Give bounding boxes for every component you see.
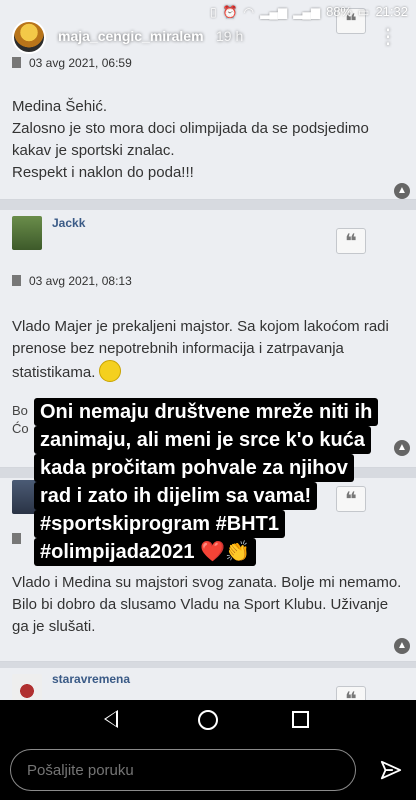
- post-line: Vlado Majer je prekaljeni majstor. Sa ko…: [12, 318, 389, 335]
- story-time: 19 h: [216, 28, 244, 44]
- avatar[interactable]: [12, 20, 46, 54]
- document-icon: [12, 275, 21, 286]
- more-vertical-icon[interactable]: ⋮: [378, 24, 398, 49]
- quote-icon[interactable]: ❝: [336, 228, 366, 254]
- post-date: 03 avg 2021, 08:13: [12, 274, 132, 288]
- post-line: Vlado i Medina su majstori svog zanata. …: [12, 574, 402, 591]
- arrow-up-icon[interactable]: ▲: [394, 440, 410, 456]
- send-icon[interactable]: [380, 760, 402, 782]
- post-line: Bilo bi dobro da slusamo Vladu na Sport …: [12, 596, 389, 613]
- caption-line: rad i zato ih dijelim sa vama!: [34, 482, 318, 510]
- reply-bar: [0, 740, 416, 800]
- post-line: kakav je sportski znalac.: [12, 142, 175, 159]
- quote-icon[interactable]: ❝: [336, 486, 366, 512]
- post-divider: [0, 200, 416, 210]
- caption-line: Oni nemaju društvene mreže niti ih: [34, 398, 379, 426]
- signal-icon-2: ▂▄▆: [293, 4, 321, 19]
- post-line: Medina Šehić.: [12, 98, 108, 115]
- back-icon[interactable]: [104, 710, 118, 728]
- thumbs-up-smiley-icon: [99, 360, 122, 382]
- clock: 21:32: [375, 4, 408, 19]
- author-name[interactable]: staravremena: [52, 672, 130, 686]
- post-body: Vlado Majer je prekaljeni majstor. Sa ko…: [12, 316, 406, 384]
- forum-post: staravremena ❝: [0, 668, 416, 700]
- story-view: ▯ ⏰ ◠ ▂▄▆ ▂▄▆ 88% ▭ 21:32 maja_cengic_mi…: [0, 0, 416, 700]
- post-line: Respekt i naklon do poda!!!: [12, 164, 194, 181]
- caption-line: #sportskiprogram #BHT1: [34, 510, 285, 538]
- alarm-icon: ⏰: [222, 4, 238, 19]
- wifi-icon: ◠: [243, 4, 255, 19]
- document-icon: [12, 57, 21, 68]
- post-line: prenose bez nepotrebnih informacija i za…: [12, 340, 344, 357]
- author-avatar[interactable]: [12, 674, 42, 700]
- post-body: Medina Šehić. Zalosno je sto mora doci o…: [12, 96, 406, 184]
- caption-hashtag: #olimpijada2021: [40, 541, 195, 563]
- battery-icon: ▭: [358, 4, 370, 19]
- status-icons: ▯ ⏰ ◠ ▂▄▆ ▂▄▆ 88% ▭ 21:32: [210, 4, 408, 19]
- signal-icon: ▂▄▆: [260, 4, 288, 19]
- home-icon[interactable]: [198, 710, 218, 730]
- post-line: Zalosno je sto mora doci olimpijada da s…: [12, 120, 369, 137]
- arrow-up-icon[interactable]: ▲: [394, 183, 410, 199]
- caption-line: kada pročitam pohvale za njihov: [34, 454, 354, 482]
- message-input[interactable]: [10, 749, 356, 791]
- caption-line: #olimpijada2021 ❤️👏: [34, 538, 256, 566]
- heart-clap-emoji: ❤️👏: [200, 541, 250, 563]
- system-nav-bar: [0, 700, 416, 740]
- notification-icon: ▯: [210, 4, 217, 19]
- author-avatar[interactable]: [12, 216, 42, 250]
- battery-percent: 88%: [326, 4, 353, 19]
- post-date: 03 avg 2021, 06:59: [12, 56, 132, 70]
- post-date-text: 03 avg 2021, 08:13: [29, 274, 132, 288]
- post-body: Vlado i Medina su majstori svog zanata. …: [12, 572, 406, 638]
- quote-icon[interactable]: ❝: [336, 686, 366, 700]
- status-bar: ▯ ⏰ ◠ ▂▄▆ ▂▄▆ 88% ▭ 21:32: [0, 0, 416, 24]
- post-date-text: 03 avg 2021, 06:59: [29, 56, 132, 70]
- caption-line: zanimaju, ali meni je srce k'o kuća: [34, 426, 371, 454]
- author-name[interactable]: Jackk: [52, 216, 85, 230]
- story-username[interactable]: maja_cengic_miralem: [58, 28, 204, 44]
- post-line: statistikama.: [12, 364, 96, 381]
- document-icon: [12, 533, 21, 544]
- recent-apps-icon[interactable]: [292, 711, 309, 728]
- arrow-up-icon[interactable]: ▲: [394, 638, 410, 654]
- post-date: [12, 532, 29, 546]
- post-line: ga je slušati.: [12, 618, 96, 635]
